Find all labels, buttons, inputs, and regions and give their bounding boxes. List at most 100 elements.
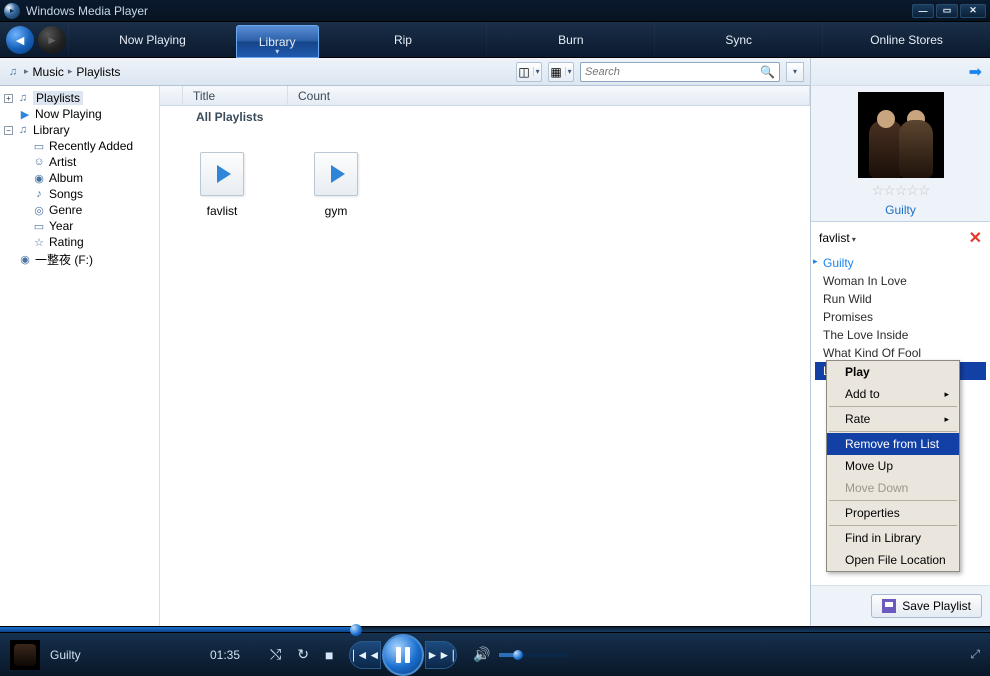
ctx-move-up[interactable]: Move Up	[827, 455, 959, 477]
grid-icon: ▦	[550, 65, 561, 79]
ctx-rate[interactable]: Rate	[827, 408, 959, 430]
main-nav: ◄ ► Now Playing Library Rip Burn Sync On…	[0, 22, 990, 58]
crumb-music[interactable]: Music	[33, 65, 64, 79]
playlist-selector[interactable]: favlist	[819, 231, 856, 245]
playlist-label: gym	[325, 204, 348, 218]
volume-slider[interactable]	[499, 653, 569, 657]
ctx-properties[interactable]: Properties	[827, 502, 959, 524]
ctx-play[interactable]: Play	[827, 361, 959, 383]
save-icon	[882, 599, 896, 613]
tree-now-playing[interactable]: ▶Now Playing	[16, 106, 157, 122]
collapse-icon[interactable]: −	[4, 126, 13, 135]
playlist-label: favlist	[207, 204, 238, 218]
minimize-button[interactable]: —	[912, 4, 934, 18]
search-input[interactable]	[585, 66, 760, 78]
tab-library[interactable]: Library	[236, 25, 319, 58]
column-headers: Title Count	[160, 86, 810, 106]
fullscreen-button[interactable]: ⤢	[970, 647, 980, 662]
col-title[interactable]: Title	[183, 86, 288, 105]
track-item[interactable]: Promises	[815, 308, 986, 326]
nav-forward-button: ►	[38, 26, 66, 54]
tree-playlists-label: Playlists	[33, 91, 83, 105]
tree-library[interactable]: −♫Library	[2, 122, 157, 138]
tree-rating[interactable]: ☆Rating	[30, 234, 157, 250]
player-album-art[interactable]	[10, 640, 40, 670]
tab-burn[interactable]: Burn	[486, 22, 654, 57]
context-menu: Play Add to Rate Remove from List Move U…	[826, 360, 960, 572]
album-icon: ◉	[32, 172, 46, 185]
save-playlist-button[interactable]: Save Playlist	[871, 594, 982, 618]
player-time: 01:35	[210, 648, 270, 662]
tree-recently-added[interactable]: ▭Recently Added	[30, 138, 157, 154]
breadcrumb-toolbar: ♫ ▸ Music ▸ Playlists ◫▾ ▦▾ 🔍 ▾	[0, 58, 810, 86]
repeat-button[interactable]: ↻	[297, 646, 309, 663]
layout-view-button[interactable]: ◫▾	[516, 62, 542, 82]
tab-rip[interactable]: Rip	[319, 22, 487, 57]
search-box[interactable]: 🔍	[580, 62, 780, 82]
expand-arrow-icon[interactable]: ➡	[969, 62, 982, 82]
seek-bar[interactable]	[0, 626, 990, 632]
tree-artist[interactable]: ☺Artist	[30, 154, 157, 170]
ctx-open-file-location[interactable]: Open File Location	[827, 549, 959, 571]
playlist-item-favlist[interactable]: favlist	[200, 152, 244, 218]
star-icon: ☆	[32, 236, 46, 249]
window-title: Windows Media Player	[26, 4, 148, 18]
stop-button[interactable]: ■	[325, 647, 333, 663]
track-item[interactable]: Guilty	[815, 254, 986, 272]
tree-playlists-root[interactable]: +♫ Playlists	[2, 90, 157, 106]
next-button[interactable]: ►►∣	[425, 641, 457, 669]
track-item[interactable]: Woman In Love	[815, 272, 986, 290]
titlebar: Windows Media Player — ▭ ✕	[0, 0, 990, 22]
artist-icon: ☺	[32, 156, 46, 168]
wmp-logo-icon	[4, 3, 20, 19]
breadcrumb[interactable]: ♫ ▸ Music ▸ Playlists	[6, 65, 120, 79]
clear-list-button[interactable]: ✕	[969, 228, 982, 248]
player-track-title: Guilty	[50, 648, 210, 662]
shuffle-button[interactable]: ⤭	[270, 646, 281, 663]
music-icon: ♫	[16, 124, 30, 136]
seek-thumb[interactable]	[350, 624, 362, 636]
library-tree: +♫ Playlists ▶Now Playing −♫Library ▭Rec…	[0, 86, 160, 626]
track-item[interactable]: The Love Inside	[815, 326, 986, 344]
calendar-icon: ▭	[32, 140, 46, 153]
ctx-find-in-library[interactable]: Find in Library	[827, 527, 959, 549]
tab-now-playing[interactable]: Now Playing	[68, 22, 236, 57]
note-icon: ♪	[32, 188, 46, 200]
mute-button[interactable]: 🔊	[473, 646, 490, 663]
rating-stars[interactable]: ☆☆☆☆☆	[872, 182, 930, 199]
layout-icon: ◫	[518, 65, 529, 79]
album-title[interactable]: Guilty	[885, 203, 916, 217]
search-icon[interactable]: 🔍	[760, 65, 775, 79]
music-icon: ♫	[6, 66, 20, 78]
playlist-icon	[200, 152, 244, 196]
playlist-item-gym[interactable]: gym	[314, 152, 358, 218]
ctx-move-down: Move Down	[827, 477, 959, 499]
tree-songs[interactable]: ♪Songs	[30, 186, 157, 202]
now-playing-pane: ➡ ☆☆☆☆☆ Guilty favlist ✕ Guilty Woman In…	[810, 58, 990, 626]
play-pause-button[interactable]	[382, 634, 424, 676]
tree-drive[interactable]: ◉一整夜 (F:)	[16, 250, 157, 269]
close-button[interactable]: ✕	[960, 4, 986, 18]
track-item[interactable]: Run Wild	[815, 290, 986, 308]
view-options-button[interactable]: ▦▾	[548, 62, 574, 82]
maximize-button[interactable]: ▭	[936, 4, 958, 18]
col-count[interactable]: Count	[288, 86, 810, 105]
list-area: Title Count All Playlists favlist gym	[160, 86, 810, 626]
expand-icon[interactable]: +	[4, 94, 13, 103]
crumb-playlists[interactable]: Playlists	[76, 65, 120, 79]
tree-album[interactable]: ◉Album	[30, 170, 157, 186]
previous-button[interactable]: ∣◄◄	[349, 641, 381, 669]
nav-back-button[interactable]: ◄	[6, 26, 34, 54]
ctx-remove-from-list[interactable]: Remove from List	[827, 433, 959, 455]
search-dropdown[interactable]: ▾	[786, 62, 804, 82]
album-art[interactable]	[858, 92, 944, 178]
tab-online-stores[interactable]: Online Stores	[822, 22, 990, 57]
music-icon: ♫	[16, 92, 30, 104]
tree-year[interactable]: ▭Year	[30, 218, 157, 234]
volume-thumb[interactable]	[513, 650, 523, 660]
ctx-add-to[interactable]: Add to	[827, 383, 959, 405]
genre-icon: ◎	[32, 204, 46, 217]
playlist-icon	[314, 152, 358, 196]
tab-sync[interactable]: Sync	[654, 22, 822, 57]
tree-genre[interactable]: ◎Genre	[30, 202, 157, 218]
